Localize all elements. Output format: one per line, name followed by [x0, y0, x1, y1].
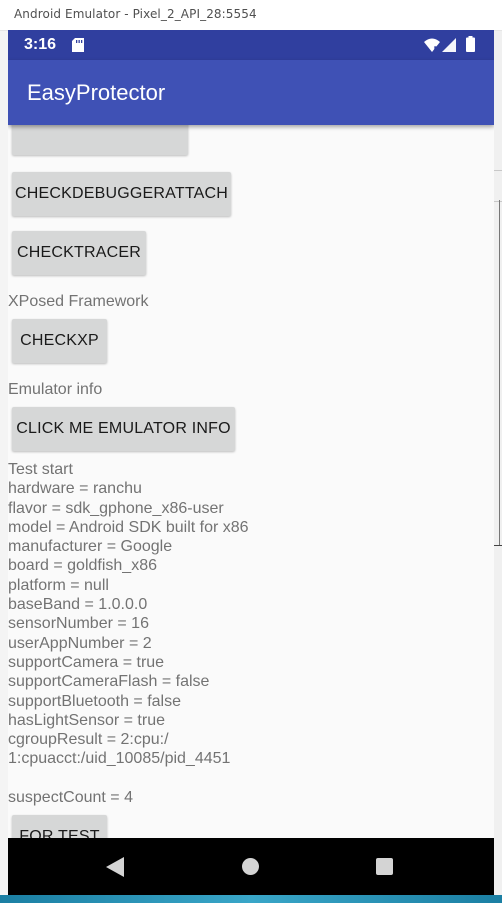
- info-line: supportCameraFlash = false: [8, 673, 210, 691]
- desktop-taskbar-strip: [0, 895, 502, 903]
- info-line: supportBluetooth = false: [8, 692, 182, 710]
- app-title: EasyProtector: [27, 80, 166, 105]
- recent-apps-icon[interactable]: [376, 858, 393, 875]
- hidden-button-partial[interactable]: [12, 125, 188, 155]
- desktop-divider: [494, 170, 502, 171]
- desktop-background-left: [0, 30, 8, 896]
- app-toolbar: EasyProtector: [8, 60, 494, 125]
- info-line: sensorNumber = 16: [8, 615, 149, 633]
- info-line: cgroupResult = 2:cpu:/: [8, 731, 169, 749]
- emulator-info-button[interactable]: CLICK ME EMULATOR INFO: [12, 407, 235, 451]
- info-line: 1:cpuacct:/uid_10085/pid_4451: [8, 750, 231, 768]
- emulator-info-label: Emulator info: [8, 381, 103, 398]
- info-line: platform = null: [8, 576, 109, 594]
- emulator-info-output: Test start hardware = ranchu flavor = sd…: [8, 460, 249, 807]
- status-time: 3:16: [24, 36, 57, 53]
- info-line: hasLightSensor = true: [8, 711, 165, 729]
- desktop-divider: [499, 200, 500, 546]
- back-icon[interactable]: [106, 857, 124, 877]
- info-line: suspectCount = 4: [8, 789, 133, 807]
- desktop-divider: [494, 201, 502, 202]
- info-line: supportCamera = true: [8, 653, 165, 671]
- xposed-framework-label: XPosed Framework: [8, 293, 149, 310]
- desktop-divider: [494, 545, 502, 546]
- info-line: userAppNumber = 2: [8, 634, 152, 652]
- info-line: flavor = sdk_gphone_x86-user: [8, 499, 224, 517]
- check-tracer-button[interactable]: CHECKTRACER: [12, 231, 146, 275]
- navigation-bar: [8, 838, 494, 895]
- home-icon[interactable]: [242, 858, 259, 875]
- info-line-blank: [8, 769, 249, 788]
- check-xp-button[interactable]: CHECKXP: [12, 319, 107, 363]
- desktop-background-right: [494, 30, 502, 903]
- battery-icon: [466, 36, 475, 52]
- signal-icon: [442, 38, 456, 52]
- sd-card-icon: [72, 38, 84, 52]
- phone-screen: 3:16 EasyProtector CHECKDEBUGGERATTACH C…: [8, 30, 494, 895]
- status-bar: 3:16: [8, 30, 494, 60]
- emulator-window-titlebar[interactable]: Android Emulator - Pixel_2_API_28:5554: [0, 0, 502, 31]
- window-title: Android Emulator - Pixel_2_API_28:5554: [14, 7, 257, 21]
- info-line: board = goldfish_x86: [8, 557, 157, 575]
- info-line: hardware = ranchu: [8, 480, 142, 498]
- check-debugger-attach-button[interactable]: CHECKDEBUGGERATTACH: [12, 172, 231, 216]
- info-line: model = Android SDK built for x86: [8, 518, 249, 536]
- scroll-content[interactable]: CHECKDEBUGGERATTACH CHECKTRACER XPosed F…: [8, 125, 494, 838]
- for-test-button[interactable]: FOR TEST: [12, 815, 107, 838]
- wifi-icon: [424, 38, 440, 52]
- info-line: baseBand = 1.0.0.0: [8, 596, 148, 614]
- info-line: manufacturer = Google: [8, 538, 173, 556]
- info-line: Test start: [8, 461, 73, 478]
